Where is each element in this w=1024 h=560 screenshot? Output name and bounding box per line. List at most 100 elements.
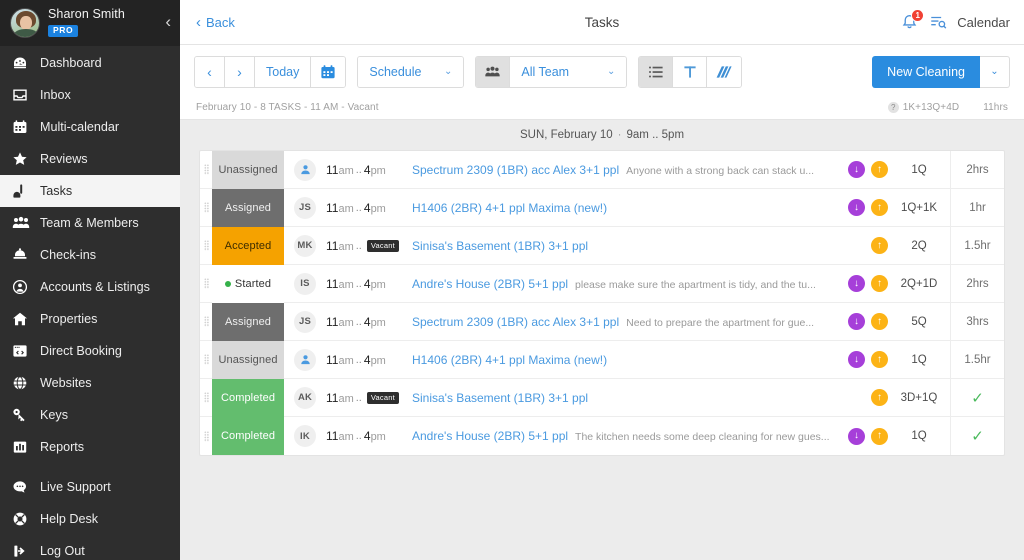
task-detail: Spectrum 2309 (1BR) acc Alex 3+1 pplNeed… [412,315,832,329]
sidebar-item-dashboard[interactable]: Dashboard [0,47,180,79]
assignee[interactable]: JS [284,197,326,219]
view-list-button[interactable] [639,57,673,87]
status-badge[interactable]: Accepted [212,227,284,265]
table-row[interactable]: CompletedIK11am..4pmAndre's House (2BR) … [200,417,1004,455]
notifications-button[interactable]: 1 [900,12,919,33]
drag-handle[interactable] [200,354,212,365]
team-filter-button[interactable] [476,57,510,87]
arrow-down-icon[interactable]: ↓ [848,199,865,216]
listing-link[interactable]: Andre's House (2BR) 5+1 ppl [412,429,568,443]
start-time: 11am [326,201,354,215]
arrow-up-icon[interactable]: ↑ [871,275,888,292]
sidebar-item-direct-booking[interactable]: Direct Booking [0,335,180,367]
sidebar-item-live-support[interactable]: Live Support [0,471,180,503]
arrow-down-icon[interactable]: ↓ [848,313,865,330]
inbox-icon [12,87,34,103]
sidebar-item-log-out[interactable]: Log Out [0,535,180,560]
today-button[interactable]: Today [255,57,311,87]
sidebar-item-reports[interactable]: Reports [0,431,180,463]
sidebar-item-keys[interactable]: Keys [0,399,180,431]
prev-day-button[interactable]: ‹ [195,57,225,87]
status-badge[interactable]: Assigned [212,303,284,341]
arrow-down-icon[interactable]: ↓ [848,275,865,292]
sidebar-item-properties[interactable]: Properties [0,303,180,335]
calendar-picker-button[interactable] [311,57,345,87]
assignee[interactable] [284,349,326,371]
next-day-button[interactable]: › [225,57,255,87]
arrow-up-icon[interactable]: ↑ [871,199,888,216]
drag-handle[interactable] [200,392,212,403]
drag-dots-icon [204,240,209,251]
sidebar-item-team-members[interactable]: Team & Members [0,207,180,239]
drag-handle[interactable] [200,240,212,251]
arrow-down-icon[interactable]: ↓ [848,161,865,178]
drag-handle[interactable] [200,431,212,442]
table-row[interactable]: AcceptedMK11am..VacantSinisa's Basement … [200,227,1004,265]
arrow-up-icon[interactable]: ↑ [871,161,888,178]
time-separator: .. [356,354,362,366]
listing-link[interactable]: Andre's House (2BR) 5+1 ppl [412,277,568,291]
drag-handle[interactable] [200,164,212,175]
start-time: 11am [326,277,354,291]
arrow-down-icon[interactable]: ↓ [848,351,865,368]
status-badge[interactable]: Unassigned [212,341,284,379]
listing-link[interactable]: Spectrum 2309 (1BR) acc Alex 3+1 ppl [412,163,619,177]
table-row[interactable]: AssignedJS11am..4pmSpectrum 2309 (1BR) a… [200,303,1004,341]
drag-handle[interactable] [200,278,212,289]
listing-link[interactable]: H1406 (2BR) 4+1 ppl Maxima (new!) [412,353,607,367]
view-stripes-button[interactable] [707,57,741,87]
table-row[interactable]: StartedIS11am..4pmAndre's House (2BR) 5+… [200,265,1004,303]
sidebar-item-help-desk[interactable]: Help Desk [0,503,180,535]
duration-cell: 1.5hr [950,341,1004,379]
listing-link[interactable]: Sinisa's Basement (1BR) 3+1 ppl [412,391,588,405]
arrow-up-icon[interactable]: ↑ [871,428,888,445]
assignee[interactable] [284,159,326,181]
status-badge[interactable]: Completed [212,379,284,417]
sidebar-item-websites[interactable]: Websites [0,367,180,399]
calendar-link[interactable]: Calendar [957,15,1010,30]
arrow-up-icon[interactable]: ↑ [871,389,888,406]
status-badge[interactable]: Completed [212,417,284,455]
schedule-dropdown[interactable]: Schedule ⌄ [358,57,463,87]
sidebar-item-accounts-listings[interactable]: Accounts & Listings [0,271,180,303]
status-badge[interactable]: Unassigned [212,151,284,189]
new-cleaning-caret-button[interactable]: ⌄ [980,56,1010,88]
table-row[interactable]: Unassigned 11am..4pmH1406 (2BR) 4+1 ppl M… [200,341,1004,379]
filter-search-icon[interactable] [929,13,947,31]
new-cleaning-button[interactable]: New Cleaning [872,56,980,88]
table-row[interactable]: Unassigned11am..4pmSpectrum 2309 (1BR) a… [200,151,1004,189]
sidebar-item-multi-calendar[interactable]: Multi-calendar [0,111,180,143]
arrow-up-icon[interactable]: ↑ [871,313,888,330]
status-badge[interactable]: Assigned [212,189,284,227]
arrow-up-icon[interactable]: ↑ [871,237,888,254]
beds-value: 2Q [888,240,950,252]
view-text-button[interactable] [673,57,707,87]
arrow-up-icon[interactable]: ↑ [871,351,888,368]
status-label: Assigned [225,202,271,214]
assignee[interactable]: MK [284,235,326,257]
unassigned-person-icon [294,159,316,181]
listing-link[interactable]: Spectrum 2309 (1BR) acc Alex 3+1 ppl [412,315,619,329]
sidebar-item-reviews[interactable]: Reviews [0,143,180,175]
sidebar-collapse-icon[interactable]: ‹ [165,13,171,30]
help-icon[interactable]: ? [888,102,899,113]
status-badge[interactable]: Started [212,265,284,303]
sidebar-item-inbox[interactable]: Inbox [0,79,180,111]
back-button[interactable]: ‹ Back [196,15,235,30]
sidebar-item-tasks[interactable]: Tasks [0,175,180,207]
drag-handle[interactable] [200,202,212,213]
user-profile[interactable]: Sharon Smith PRO ‹ [0,0,180,46]
assignee[interactable]: IK [284,425,326,447]
arrow-down-icon[interactable]: ↓ [848,428,865,445]
task-time: 11am..4pm [326,353,412,367]
table-row[interactable]: AssignedJS11am..4pmH1406 (2BR) 4+1 ppl M… [200,189,1004,227]
assignee[interactable]: AK [284,387,326,409]
table-row[interactable]: CompletedAK11am..VacantSinisa's Basement… [200,379,1004,417]
sidebar-item-check-ins[interactable]: Check-ins [0,239,180,271]
assignee[interactable]: JS [284,311,326,333]
assignee[interactable]: IS [284,273,326,295]
listing-link[interactable]: H1406 (2BR) 4+1 ppl Maxima (new!) [412,201,607,215]
drag-handle[interactable] [200,316,212,327]
listing-link[interactable]: Sinisa's Basement (1BR) 3+1 ppl [412,239,588,253]
team-dropdown[interactable]: All Team ⌄ [510,57,626,87]
